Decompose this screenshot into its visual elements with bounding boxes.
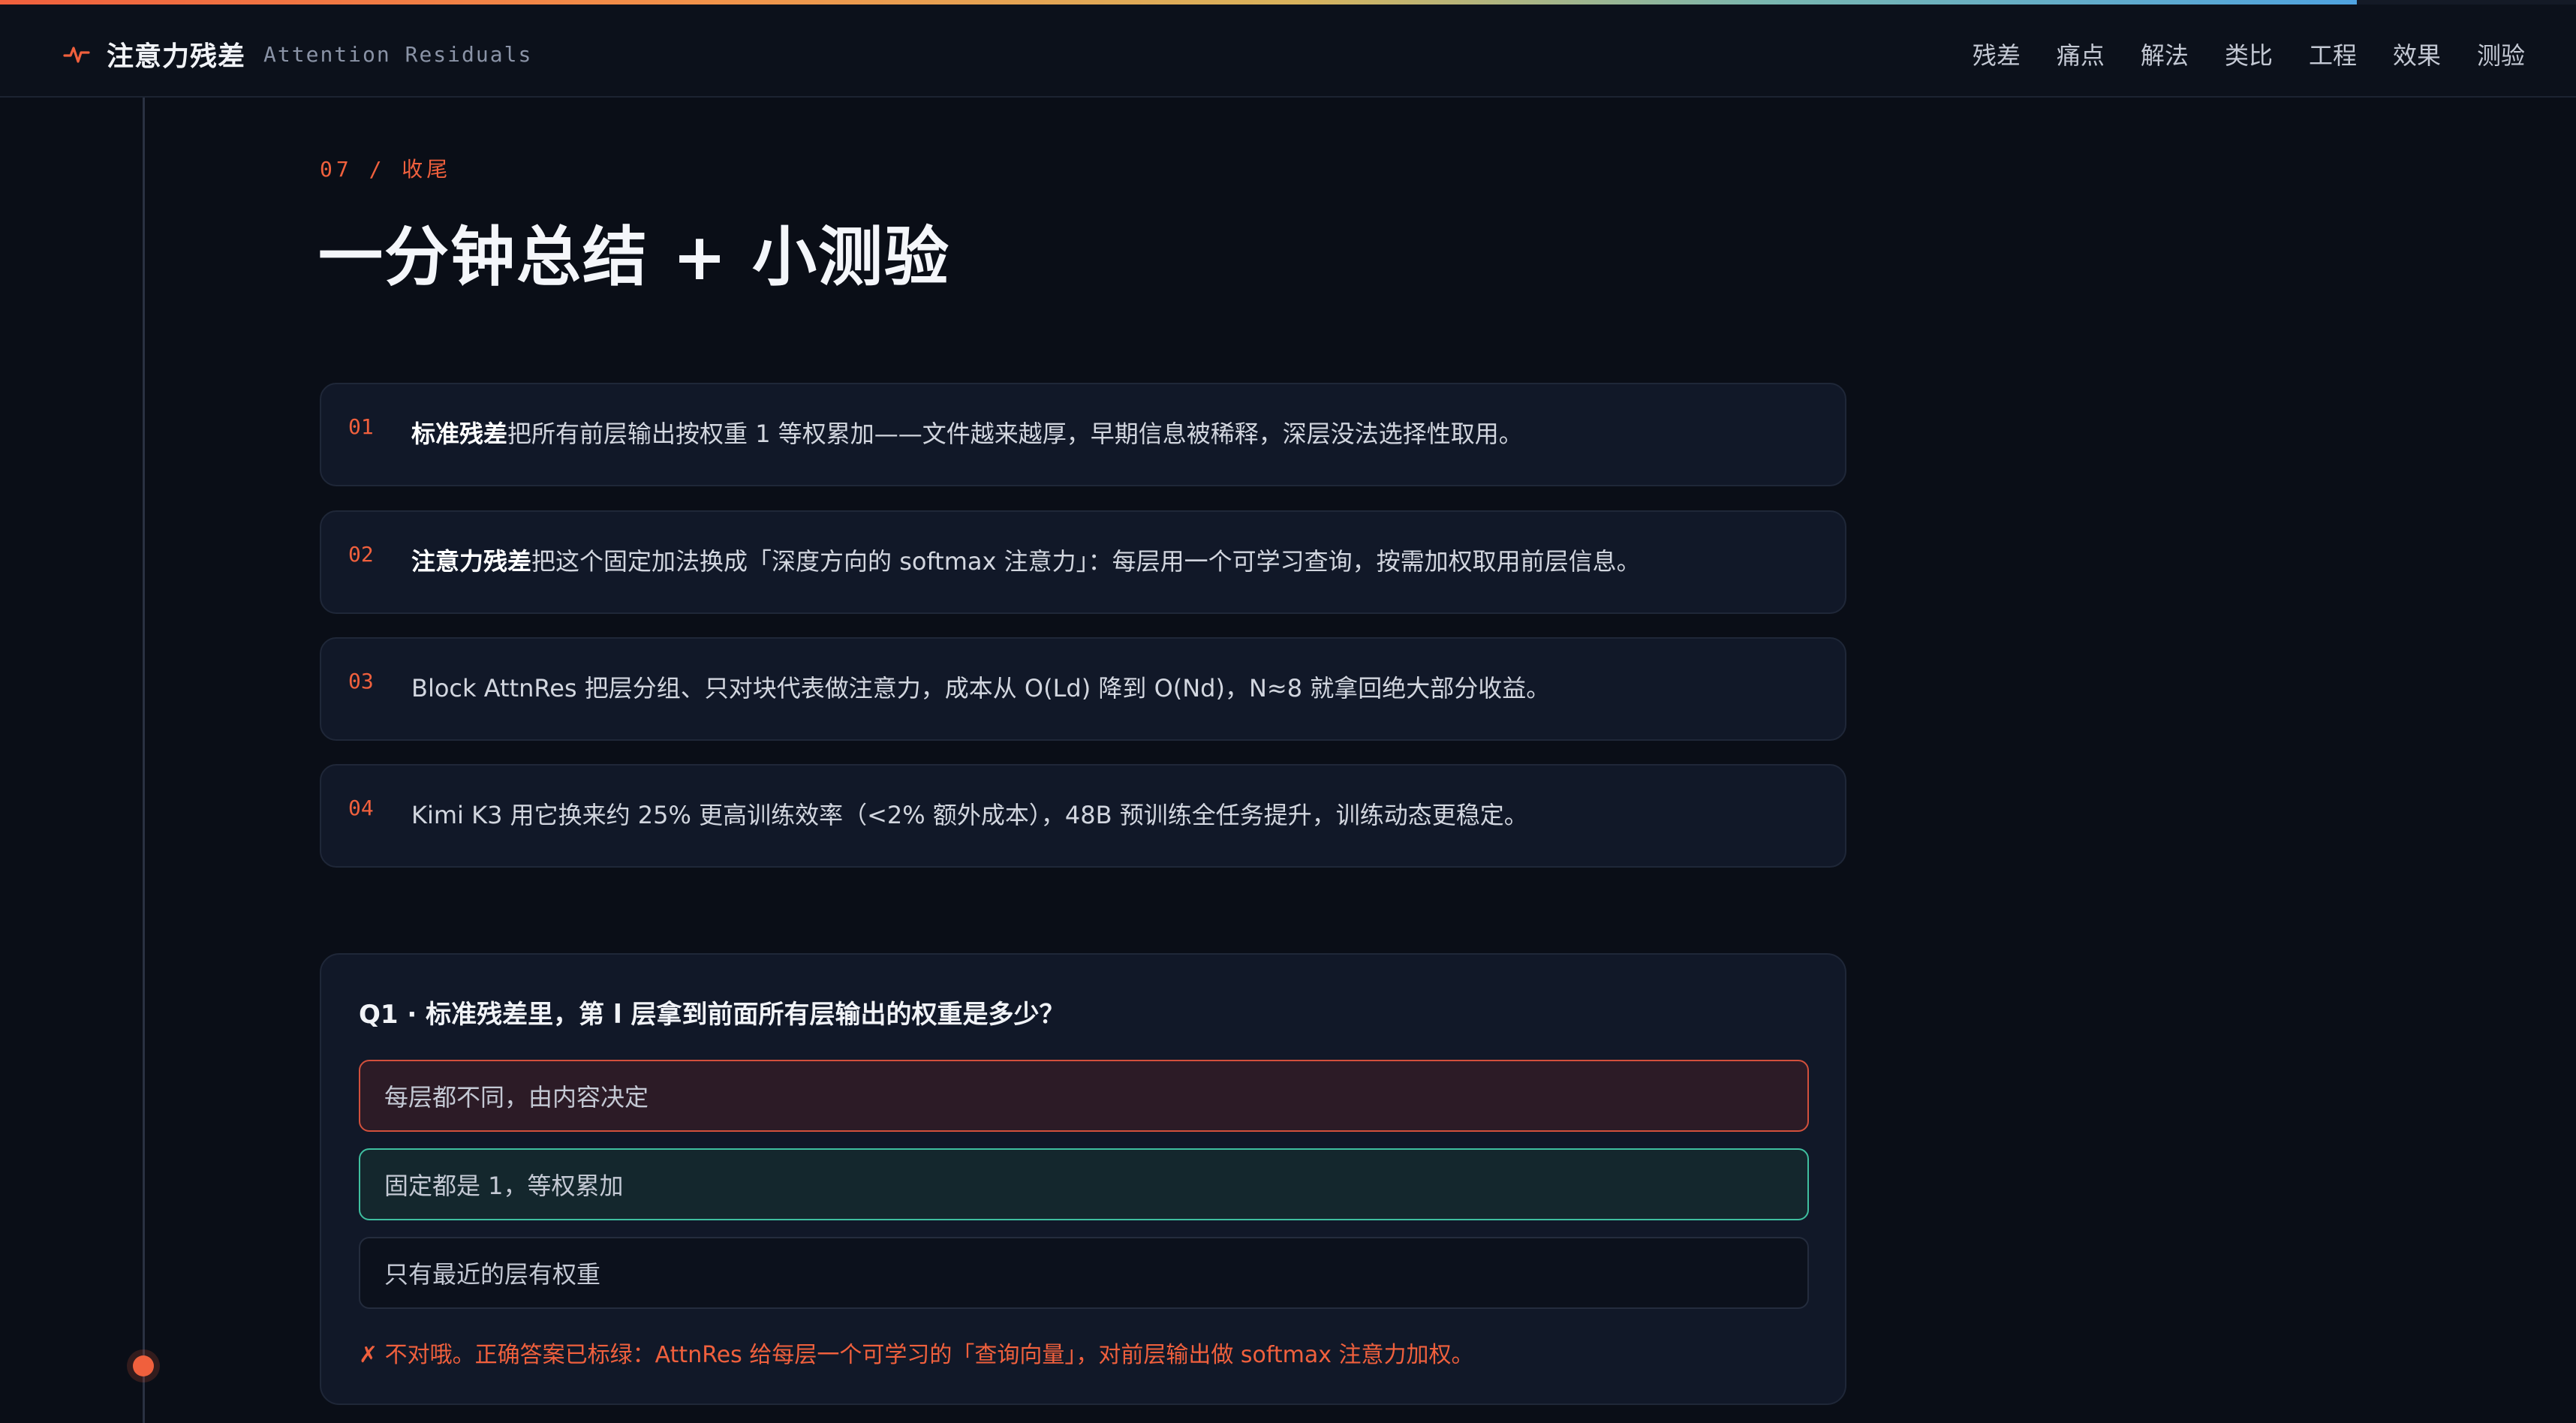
summary-body: Kimi K3 用它换来约 25% 更高训练效率（<2% 额外成本），48B 预… [411, 801, 1528, 829]
nav-item-solution[interactable]: 解法 [2141, 37, 2189, 71]
summary-body: 把这个固定加法换成「深度方向的 softmax 注意力」：每层用一个可学习查询，… [531, 547, 1641, 576]
section-eyebrow: 07 / 收尾 [320, 157, 452, 182]
nav-item-analogy[interactable]: 类比 [2225, 37, 2273, 71]
nav-item-residual[interactable]: 残差 [1973, 37, 2021, 71]
summary-card-2: 02 注意力残差把这个固定加法换成「深度方向的 softmax 注意力」：每层用… [320, 510, 1846, 614]
nav-item-engineering[interactable]: 工程 [2309, 37, 2357, 71]
page-title: 一分钟总结 + 小测验 [318, 220, 950, 295]
summary-text: 标准残差把所有前层输出按权重 1 等权累加——文件越来越厚，早期信息被稀释，深层… [411, 417, 1822, 450]
summary-number: 02 [348, 542, 374, 567]
summary-number: 01 [348, 414, 374, 439]
nav-item-quiz[interactable]: 测验 [2477, 37, 2525, 71]
quiz-feedback: ✗ 不对哦。正确答案已标绿：AttnRes 给每层一个可学习的「查询向量」，对前… [359, 1342, 1474, 1368]
summary-body: 把所有前层输出按权重 1 等权累加——文件越来越厚，早期信息被稀释，深层没法选择… [507, 420, 1523, 448]
quiz-option-correct[interactable]: 固定都是 1，等权累加 [359, 1148, 1809, 1220]
summary-keyword: 标准残差 [411, 420, 508, 448]
quiz-question: Q1 · 标准残差里，第 l 层拿到前面所有层输出的权重是多少？ [359, 1000, 1065, 1030]
summary-number: 03 [348, 669, 374, 693]
timeline-current-dot [133, 1355, 154, 1376]
brand-subtitle: Attention Residuals [263, 41, 533, 67]
summary-card-1: 01 标准残差把所有前层输出按权重 1 等权累加——文件越来越厚，早期信息被稀释… [320, 383, 1846, 486]
top-nav: 残差 痛点 解法 类比 工程 效果 测验 [1937, 33, 2525, 75]
brand-title: 注意力残差 [107, 41, 246, 72]
summary-text: 注意力残差把这个固定加法换成「深度方向的 softmax 注意力」：每层用一个可… [411, 545, 1822, 578]
quiz-option-wrong-selected[interactable]: 每层都不同，由内容决定 [359, 1060, 1809, 1132]
summary-text: Kimi K3 用它换来约 25% 更高训练效率（<2% 额外成本），48B 预… [411, 799, 1822, 832]
pulse-icon [63, 47, 90, 63]
timeline-line [143, 98, 145, 1423]
summary-text: Block AttnRes 把层分组、只对块代表做注意力，成本从 O(Ld) 降… [411, 672, 1822, 705]
summary-number: 04 [348, 796, 374, 820]
quiz-option[interactable]: 只有最近的层有权重 [359, 1237, 1809, 1309]
summary-body: Block AttnRes 把层分组、只对块代表做注意力，成本从 O(Ld) 降… [411, 674, 1551, 702]
nav-item-pain-points[interactable]: 痛点 [2057, 37, 2105, 71]
brand[interactable]: 注意力残差 Attention Residuals [63, 33, 532, 75]
nav-item-results[interactable]: 效果 [2393, 37, 2441, 71]
summary-keyword: 注意力残差 [411, 547, 532, 576]
quiz-card: Q1 · 标准残差里，第 l 层拿到前面所有层输出的权重是多少？ 每层都不同，由… [320, 953, 1846, 1405]
top-header: 注意力残差 Attention Residuals 残差 痛点 解法 类比 工程… [0, 5, 2576, 98]
summary-card-4: 04 Kimi K3 用它换来约 25% 更高训练效率（<2% 额外成本），48… [320, 764, 1846, 868]
summary-card-3: 03 Block AttnRes 把层分组、只对块代表做注意力，成本从 O(Ld… [320, 637, 1846, 741]
